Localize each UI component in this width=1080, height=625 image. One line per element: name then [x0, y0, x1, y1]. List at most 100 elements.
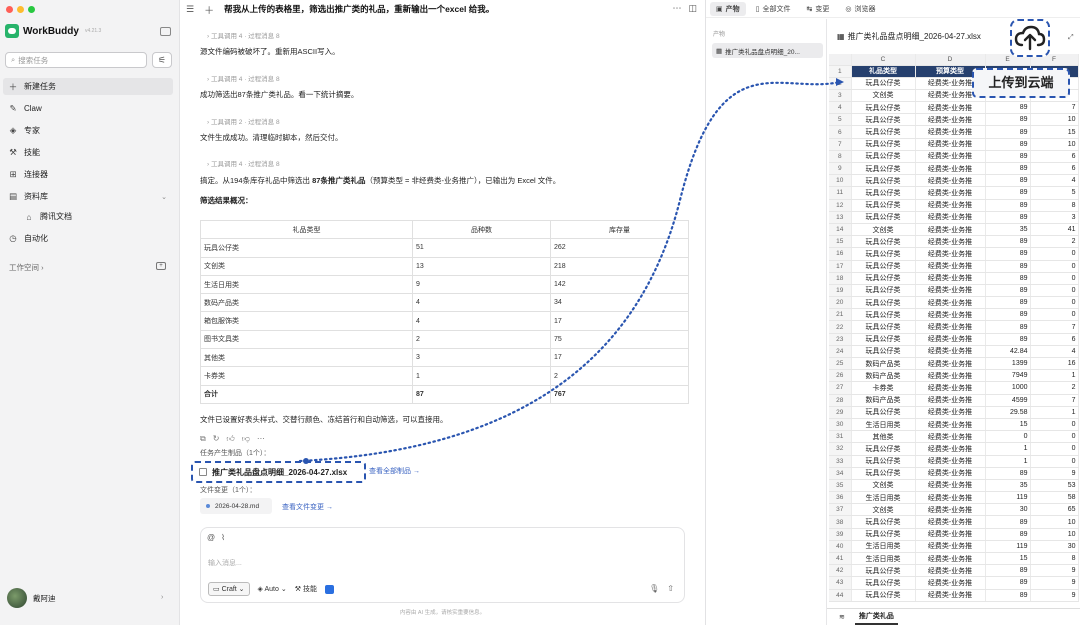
sheet-cell[interactable]: 89 [985, 235, 1031, 249]
sheet-cell[interactable]: 经费类-业务推 [915, 467, 986, 480]
sheet-cell[interactable]: 经费类-业务推 [915, 357, 986, 371]
sheet-cell[interactable]: 119 [985, 540, 1031, 554]
sheet-cell[interactable]: 2 [1030, 381, 1079, 395]
sheet-cell[interactable]: 4 [1030, 345, 1079, 359]
sheet-cell[interactable]: 经费类-业务推 [915, 479, 986, 493]
sheet-cell[interactable]: 玩具公仔类 [851, 211, 916, 224]
sheet-cell[interactable]: 30 [1030, 540, 1079, 554]
sheet-cell[interactable]: 经费类-业务推 [915, 540, 986, 554]
sheet-cell[interactable]: 生活日用类 [851, 418, 916, 432]
sheet-cell[interactable]: 0 [1030, 430, 1079, 444]
window-zoom-dot[interactable] [28, 6, 35, 13]
sheet-cell[interactable]: 玩具公仔类 [851, 186, 916, 200]
sheet-cell[interactable]: 0 [1030, 272, 1079, 285]
sheet-cell[interactable]: 玩具公仔类 [851, 284, 916, 298]
sidebar-item-connector[interactable]: ⊞ 连接器 [3, 166, 173, 183]
sheet-cell[interactable]: 经费类-业务推 [915, 503, 986, 517]
send-icon[interactable]: ⇧ [667, 584, 674, 593]
sheet-cell[interactable]: 9 [1030, 564, 1079, 578]
chevron-right-icon[interactable]: › [161, 594, 163, 601]
sheet-cell[interactable]: 玩具公仔类 [851, 406, 916, 419]
window-minimize-dot[interactable] [17, 6, 24, 13]
sheet-cell[interactable]: 89 [985, 150, 1031, 164]
sheet-cell[interactable]: 经费类-业务推 [915, 442, 986, 456]
sheet-cell[interactable]: 玩具公仔类 [851, 576, 916, 590]
sheet-cell[interactable]: 89 [985, 528, 1031, 541]
sheet-cell[interactable]: 经费类-业务推 [915, 235, 986, 249]
new-chat-icon[interactable]: ＋ [204, 2, 214, 17]
sheet-cell[interactable]: 7 [1030, 101, 1079, 115]
sheet-cell[interactable]: 1 [1030, 369, 1079, 383]
sidebar-item-claw[interactable]: ✎ Claw [3, 100, 173, 117]
sheet-cell[interactable]: 4 [1030, 174, 1079, 188]
sheet-cell[interactable]: 16 [1030, 357, 1079, 371]
sheet-cell[interactable]: 89 [985, 272, 1031, 285]
sheet-cell[interactable]: 经费类-业务推 [915, 515, 986, 529]
sheet-cell[interactable]: 6 [1030, 333, 1079, 346]
sheet-cell[interactable]: 89 [985, 308, 1031, 322]
sheet-cell[interactable]: 89 [985, 467, 1031, 480]
sheet-cell[interactable]: 经费类-业务推 [915, 381, 986, 395]
sheet-cell[interactable]: 89 [985, 284, 1031, 298]
sheet-cell[interactable]: 经费类-业务推 [915, 199, 986, 212]
sheet-cell[interactable]: 玩具公仔类 [851, 345, 916, 359]
sheet-cell[interactable]: 玩具公仔类 [851, 101, 916, 115]
sheet-cell[interactable]: 89 [985, 296, 1031, 310]
sheet-cell[interactable]: 8 [1030, 199, 1079, 212]
sheet-cell[interactable]: 0 [1030, 260, 1079, 273]
mode-select[interactable]: ▭ Craft ⌄ [208, 582, 250, 596]
more-icon[interactable]: ⋯ [672, 3, 681, 14]
sheet-cell[interactable]: 0 [1030, 418, 1079, 432]
sheet-cell[interactable]: 经费类-业务推 [915, 101, 986, 115]
sheet-cell[interactable]: 1 [985, 455, 1031, 468]
sheet-cell[interactable]: 文创类 [851, 503, 916, 517]
sheet-cell[interactable]: 玩具公仔类 [851, 333, 916, 346]
sheet-cell[interactable]: 玩具公仔类 [851, 272, 916, 285]
sheet-cell[interactable]: 经费类-业务推 [915, 552, 986, 566]
sheet-cell[interactable]: 玩具公仔类 [851, 77, 916, 90]
sheet-cell[interactable]: 玩具公仔类 [851, 528, 916, 541]
sheet-cell[interactable]: 89 [985, 211, 1031, 224]
sheet-cell[interactable]: 0 [1030, 247, 1079, 261]
microphone-icon[interactable]: 🎙︎ [649, 584, 659, 593]
sheet-cell[interactable]: 10 [1030, 528, 1079, 541]
sheet-cell[interactable]: 89 [985, 138, 1031, 151]
list-icon[interactable]: ☰ [186, 4, 194, 15]
sheet-cell[interactable]: 35 [985, 479, 1031, 493]
sheet-cell[interactable]: 经费类-业务推 [915, 418, 986, 432]
sheet-cell[interactable]: 10 [1030, 138, 1079, 151]
sheet-cell[interactable]: 经费类-业务推 [915, 528, 986, 541]
search-input[interactable]: ⌕ 搜索任务 [5, 52, 147, 68]
sheet-cell[interactable]: 0 [1030, 455, 1079, 468]
change-file-chip[interactable]: 2026-04-28.md [200, 498, 272, 514]
sheet-cell[interactable]: 玩具公仔类 [851, 113, 916, 127]
tab-all-files[interactable]: ▯ 全部文件 [750, 2, 797, 16]
sheet-tab[interactable]: 推广类礼品 [854, 609, 898, 625]
sheet-cell[interactable]: 经费类-业务推 [915, 223, 986, 237]
sheet-cell[interactable]: 玩具公仔类 [851, 455, 916, 468]
tool-call-summary[interactable]: › 工具调用 4 · 过程消息 8 [207, 30, 280, 40]
sheet-cell[interactable]: 经费类-业务推 [915, 272, 986, 285]
sheet-cell[interactable]: 89 [985, 320, 1031, 334]
sheet-cell[interactable]: 经费类-业务推 [915, 576, 986, 590]
sheet-cell[interactable]: 15 [985, 552, 1031, 566]
user-profile[interactable]: 戴阿迪 [7, 588, 56, 608]
sheet-cell[interactable]: 119 [985, 491, 1031, 505]
sheet-cell[interactable]: 经费类-业务推 [915, 174, 986, 188]
sheet-cell[interactable]: 9 [1030, 467, 1079, 480]
sheet-cell[interactable]: 89 [985, 576, 1031, 590]
sheet-cell[interactable]: 89 [985, 515, 1031, 529]
sheet-cell[interactable]: 玩具公仔类 [851, 564, 916, 578]
sheet-cell[interactable]: 15 [985, 418, 1031, 432]
sheet-cell[interactable]: 经费类-业务推 [915, 564, 986, 578]
sheet-cell[interactable]: 10 [1030, 515, 1079, 529]
artifact-file-card[interactable]: 推广类礼品盘点明细_2026-04-27.xlsx [191, 461, 366, 483]
sheet-cell[interactable]: 生活日用类 [851, 491, 916, 505]
sheet-cell[interactable]: 3 [1030, 211, 1079, 224]
sheet-cell[interactable]: 2 [1030, 235, 1079, 249]
view-changes-link[interactable]: 查看文件变更 → [282, 502, 333, 512]
sheet-cell[interactable]: 玩具公仔类 [851, 467, 916, 480]
sheet-cell[interactable]: 9 [1030, 589, 1079, 602]
sheet-cell[interactable]: 文创类 [851, 479, 916, 493]
sheet-cell[interactable]: 经费类-业务推 [915, 296, 986, 310]
